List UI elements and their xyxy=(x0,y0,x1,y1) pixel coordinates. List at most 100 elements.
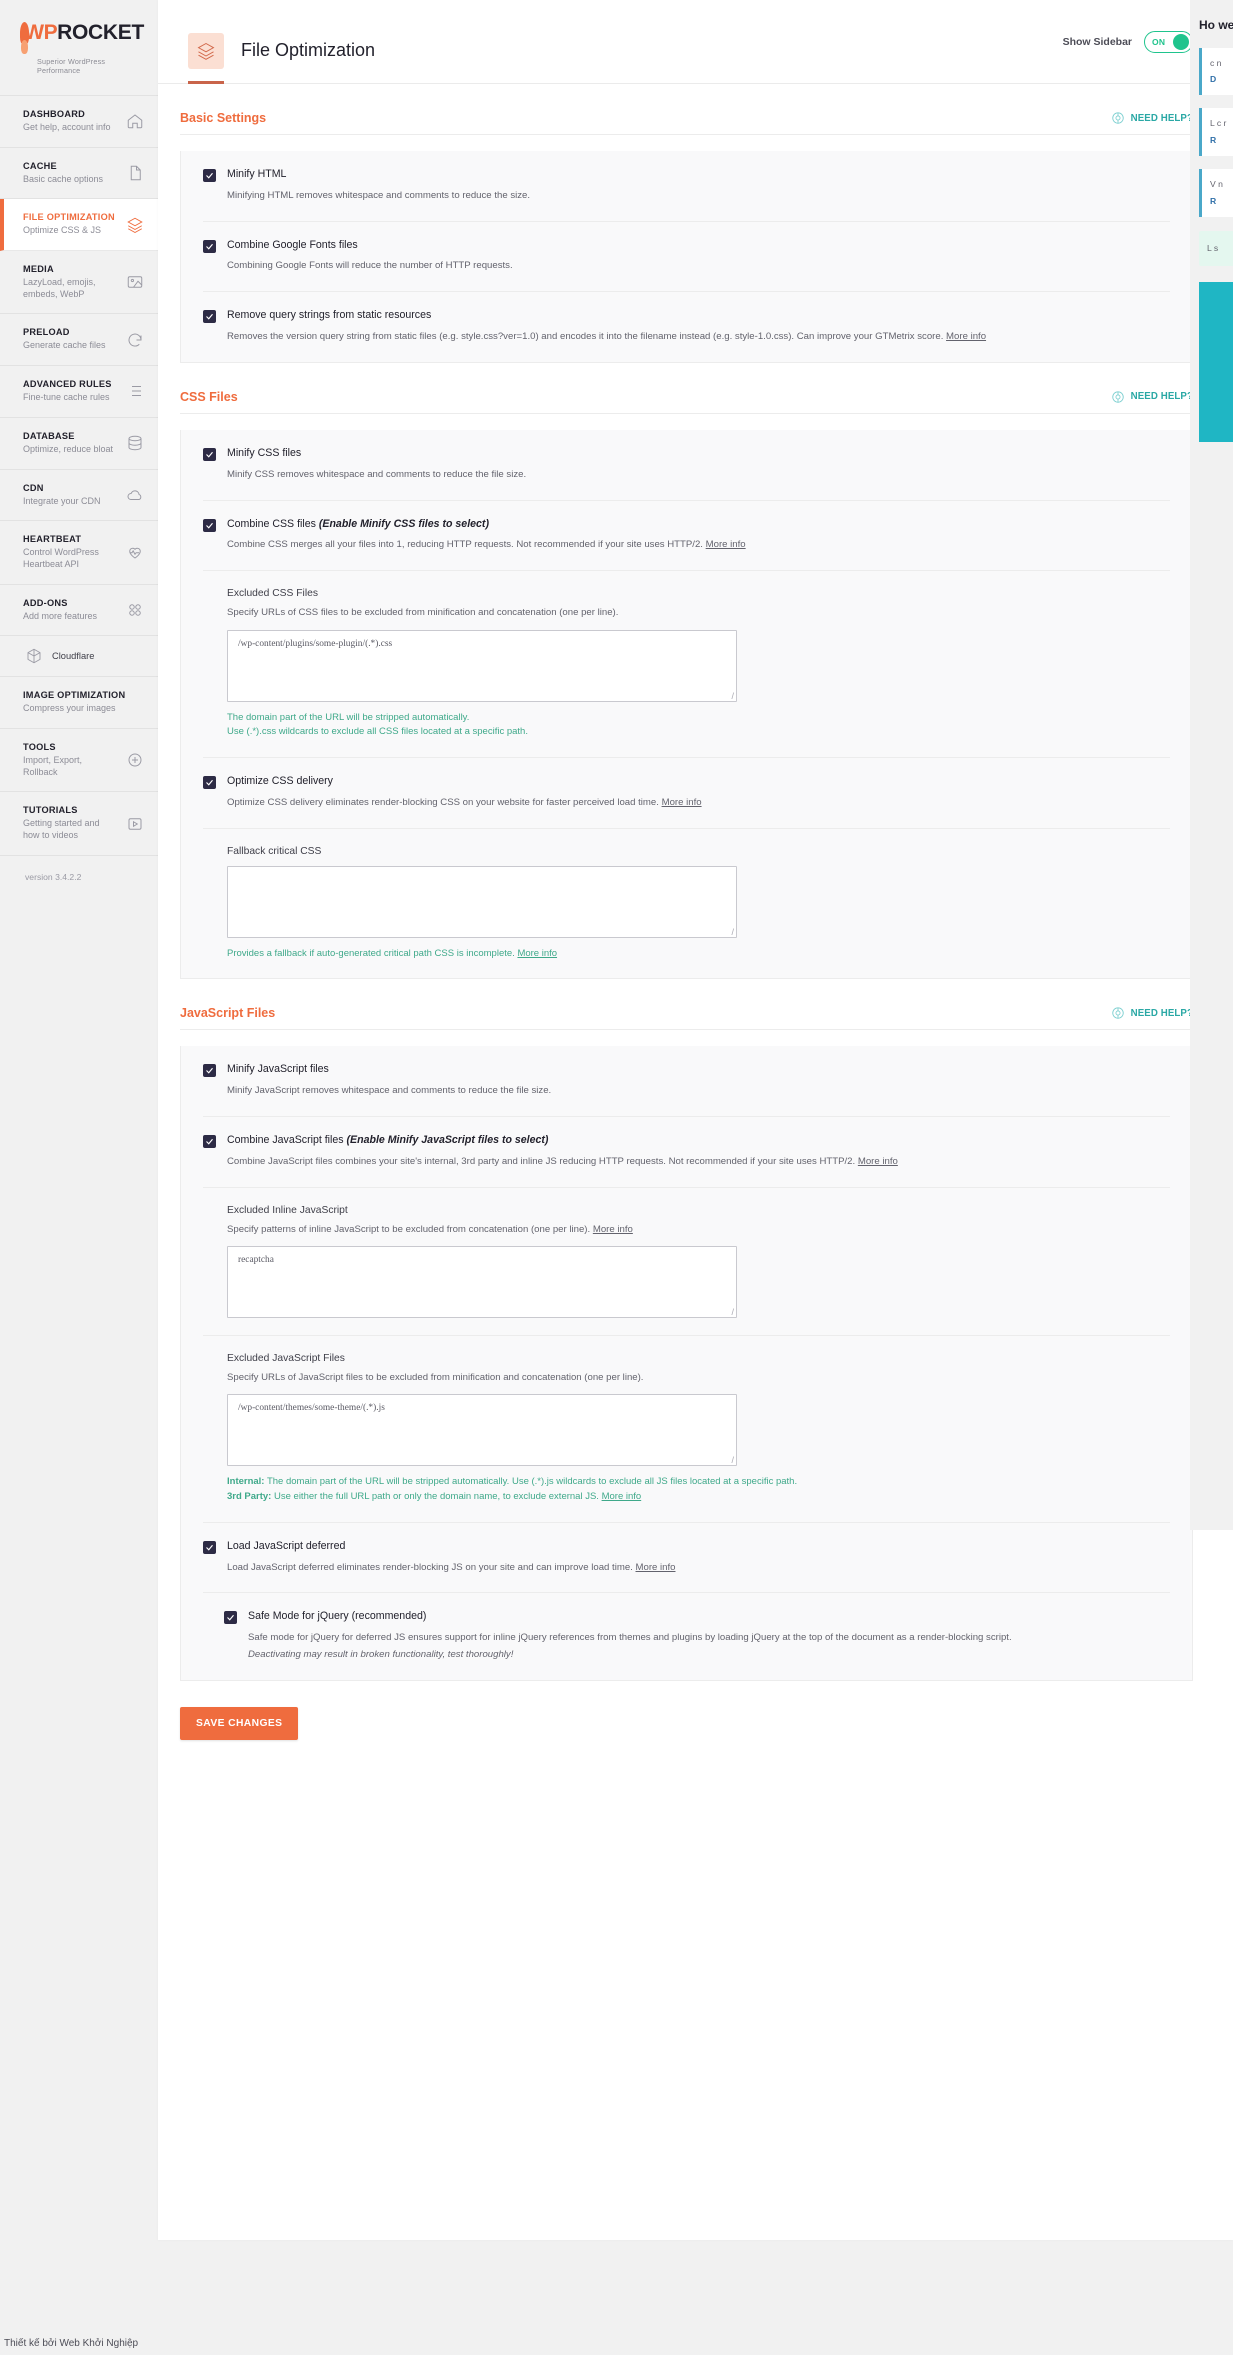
section-title: JavaScript Files xyxy=(180,1006,276,1021)
cloudflare-icon xyxy=(25,647,43,665)
basic-settings-card: Minify HTML Minifying HTML removes white… xyxy=(180,151,1193,363)
settings-content: Basic Settings NEED HELP? Minify HTML Mi… xyxy=(158,84,1233,1774)
sidebar-item-image-optimization[interactable]: IMAGE OPTIMIZATION Compress your images xyxy=(0,677,158,729)
field-label: Excluded CSS Files xyxy=(227,588,318,600)
need-help-link[interactable]: NEED HELP? xyxy=(1111,1006,1193,1020)
remove-query-strings-checkbox[interactable] xyxy=(203,310,216,324)
option-combine-google-fonts: Combine Google Fonts files Combining Goo… xyxy=(203,220,1170,292)
field-note: Internal: The domain part of the URL wil… xyxy=(227,1475,1170,1504)
option-label-hint: (Enable Minify JavaScript files to selec… xyxy=(346,1133,549,1146)
field-excluded-inline-js: Excluded Inline JavaScript Specify patte… xyxy=(203,1186,1170,1335)
sidebar-item-tutorials[interactable]: TUTORIALS Getting started and how to vid… xyxy=(0,792,158,856)
more-info-link[interactable]: More info xyxy=(706,539,746,550)
combine-google-fonts-checkbox[interactable] xyxy=(203,239,216,253)
right-sidebar-card-link[interactable]: R xyxy=(1210,134,1233,147)
sidebar-item-database[interactable]: DATABASE Optimize, reduce bloat xyxy=(0,418,158,470)
more-info-link[interactable]: More info xyxy=(858,1156,898,1167)
sidebar-item-sub: Add more features xyxy=(23,610,98,621)
option-description: Load JavaScript deferred eliminates rend… xyxy=(227,1561,633,1573)
sidebar-item-sub: Fine-tune cache rules xyxy=(23,392,110,403)
fallback-critical-css-textarea[interactable] xyxy=(227,865,737,938)
sidebar-item-cdn[interactable]: CDN Integrate your CDN xyxy=(0,470,158,522)
option-label: Combine JavaScript files xyxy=(227,1133,344,1146)
sidebar-subitem-cloudflare[interactable]: Cloudflare xyxy=(0,636,158,678)
show-sidebar-toggle[interactable]: ON xyxy=(1144,30,1193,53)
topbar: File Optimization Show Sidebar ON xyxy=(158,0,1233,84)
sidebar-item-dashboard[interactable]: DASHBOARD Get help, account info xyxy=(0,96,158,148)
load-js-deferred-checkbox[interactable] xyxy=(203,1540,216,1554)
option-description: Optimize CSS delivery eliminates render-… xyxy=(227,796,659,808)
right-sidebar-card[interactable]: V n R xyxy=(1199,169,1233,217)
more-info-link[interactable]: More info xyxy=(602,1491,642,1502)
option-description: Minify CSS removes whitespace and commen… xyxy=(227,468,527,480)
right-sidebar-card-body: V n xyxy=(1210,179,1223,190)
optimize-css-delivery-checkbox[interactable] xyxy=(203,775,216,789)
option-description-wrap: Combine JavaScript files combines your s… xyxy=(227,1155,1170,1170)
sidebar-item-label: DATABASE xyxy=(23,430,75,441)
sidebar-item-media[interactable]: MEDIA LazyLoad, emojis, embeds, WebP xyxy=(0,251,158,315)
right-sidebar-card[interactable]: L c r R xyxy=(1199,108,1233,157)
right-sidebar-card-body: c n xyxy=(1210,57,1222,68)
section-title: CSS Files xyxy=(180,389,238,404)
lifebuoy-icon xyxy=(1111,1006,1125,1020)
option-remove-query-strings: Remove query strings from static resourc… xyxy=(203,291,1170,362)
excluded-inline-js-textarea[interactable]: recaptcha xyxy=(227,1245,737,1318)
need-help-link[interactable]: NEED HELP? xyxy=(1111,111,1193,125)
more-info-link[interactable]: More info xyxy=(517,948,557,959)
sidebar-item-cache[interactable]: CACHE Basic cache options xyxy=(0,148,158,200)
option-label: Minify HTML xyxy=(227,168,287,180)
section-javascript-files: JavaScript Files NEED HELP? Minify JavaS… xyxy=(158,979,1233,1681)
field-note-line1: The domain part of the URL will be strip… xyxy=(227,711,470,723)
sidebar-item-label: CDN xyxy=(23,482,44,493)
field-description-wrap: Specify patterns of inline JavaScript to… xyxy=(227,1223,1170,1237)
sidebar-subitem-label: Cloudflare xyxy=(52,651,95,662)
option-description: Minify JavaScript removes whitespace and… xyxy=(227,1085,552,1097)
sidebar-item-add-ons[interactable]: ADD-ONS Add more features xyxy=(0,585,158,637)
footer-credit: Thiết kế bởi Web Khởi Nghiệp xyxy=(0,2332,1233,2355)
more-info-link[interactable]: More info xyxy=(593,1224,633,1235)
field-label: Excluded Inline JavaScript xyxy=(227,1204,348,1216)
document-icon xyxy=(126,164,144,182)
section-css-files: CSS Files NEED HELP? Minify CSS files Mi… xyxy=(158,363,1233,980)
right-sidebar-title: Ho we xyxy=(1199,18,1233,32)
brand-tagline: Superior WordPress Performance xyxy=(37,57,106,75)
more-info-link[interactable]: More info xyxy=(946,331,986,342)
sidebar-item-file-optimization[interactable]: FILE OPTIMIZATION Optimize CSS & JS xyxy=(0,199,158,252)
right-sidebar-card-link[interactable]: D xyxy=(1210,73,1233,86)
right-sidebar-promo-block[interactable] xyxy=(1199,281,1233,442)
sidebar-item-label: CACHE xyxy=(23,160,57,171)
excluded-css-files-textarea[interactable]: /wp-content/plugins/some-plugin/(.*).css xyxy=(227,629,737,702)
combine-js-checkbox[interactable] xyxy=(203,1134,216,1148)
database-icon xyxy=(126,434,144,452)
sidebar-item-label: IMAGE OPTIMIZATION xyxy=(23,690,126,701)
section-basic-settings: Basic Settings NEED HELP? Minify HTML Mi… xyxy=(158,84,1233,363)
need-help-link[interactable]: NEED HELP? xyxy=(1111,390,1193,404)
right-sidebar-card[interactable]: c n D xyxy=(1199,47,1233,96)
app-root: WPROCKET Superior WordPress Performance … xyxy=(0,0,1233,2240)
sidebar-item-advanced-rules[interactable]: ADVANCED RULES Fine-tune cache rules xyxy=(0,366,158,418)
option-label-wrap: Combine CSS files (Enable Minify CSS fil… xyxy=(227,518,1170,532)
right-sidebar-card-link[interactable]: R xyxy=(1210,195,1233,208)
option-label: Safe Mode for jQuery (recommended) xyxy=(248,1610,427,1623)
more-info-link[interactable]: More info xyxy=(636,1562,676,1573)
main-panel: File Optimization Show Sidebar ON Basic … xyxy=(158,0,1233,2240)
excluded-js-files-textarea[interactable]: /wp-content/themes/some-theme/(.*).js xyxy=(227,1394,737,1467)
cloud-icon xyxy=(126,486,144,504)
sidebar-item-heartbeat[interactable]: HEARTBEAT Control WordPress Heartbeat AP… xyxy=(0,521,158,585)
sidebar-item-preload[interactable]: PRELOAD Generate cache files xyxy=(0,314,158,367)
safe-mode-jquery-checkbox[interactable] xyxy=(224,1611,237,1625)
field-description: Specify URLs of JavaScript files to be e… xyxy=(227,1371,644,1383)
option-label: Remove query strings from static resourc… xyxy=(227,309,432,322)
combine-css-checkbox[interactable] xyxy=(203,518,216,532)
minify-html-checkbox[interactable] xyxy=(203,169,216,182)
plugin-version: version 3.4.2.2 xyxy=(25,871,82,882)
minify-css-checkbox[interactable] xyxy=(203,447,216,461)
more-info-link[interactable]: More info xyxy=(662,797,702,808)
save-changes-button[interactable]: SAVE CHANGES xyxy=(180,1706,299,1740)
field-excluded-js-files: Excluded JavaScript Files Specify URLs o… xyxy=(203,1334,1170,1522)
option-label: Minify JavaScript files xyxy=(227,1063,329,1076)
sidebar-item-tools[interactable]: TOOLS Import, Export, Rollback xyxy=(0,729,158,793)
active-tab-underline xyxy=(188,81,224,84)
sidebar-item-sub: LazyLoad, emojis, embeds, WebP xyxy=(23,277,96,299)
minify-js-checkbox[interactable] xyxy=(203,1064,216,1078)
